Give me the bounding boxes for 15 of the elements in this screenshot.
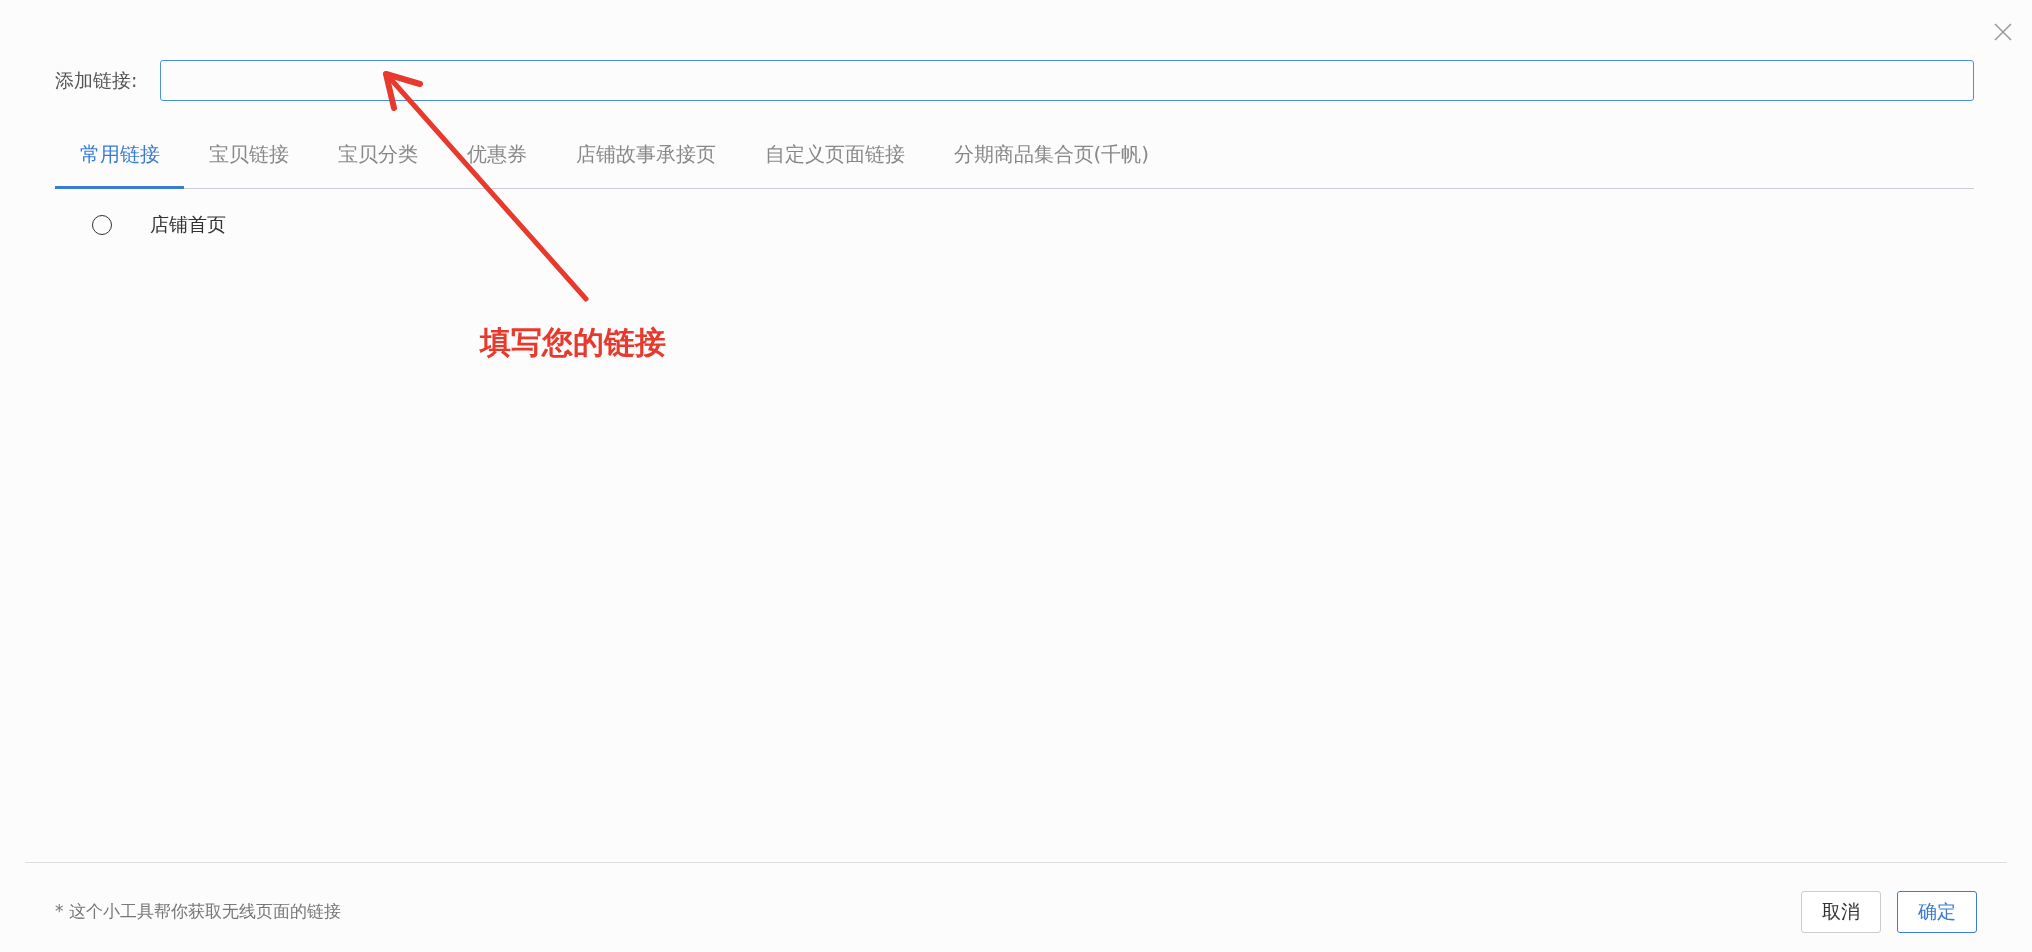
tab[interactable]: 常用链接	[55, 141, 184, 189]
tab[interactable]: 自定义页面链接	[740, 141, 929, 189]
confirm-button[interactable]: 确定	[1897, 890, 1977, 933]
tab[interactable]: 优惠券	[442, 141, 551, 189]
annotation-text: 填写您的链接	[480, 323, 666, 362]
option-label: 店铺首页	[150, 212, 226, 237]
cancel-button[interactable]: 取消	[1801, 890, 1881, 933]
tab[interactable]: 分期商品集合页(千帆)	[929, 141, 1174, 189]
tab[interactable]: 店铺故事承接页	[551, 141, 740, 189]
tab[interactable]: 宝贝链接	[184, 141, 313, 189]
field-label: 添加链接:	[55, 67, 139, 93]
tab[interactable]: 宝贝分类	[313, 141, 442, 189]
close-icon[interactable]	[1994, 23, 2012, 41]
link-input-field[interactable]	[160, 60, 1974, 101]
footer-note: * 这个小工具帮你获取无线页面的链接	[55, 900, 342, 923]
